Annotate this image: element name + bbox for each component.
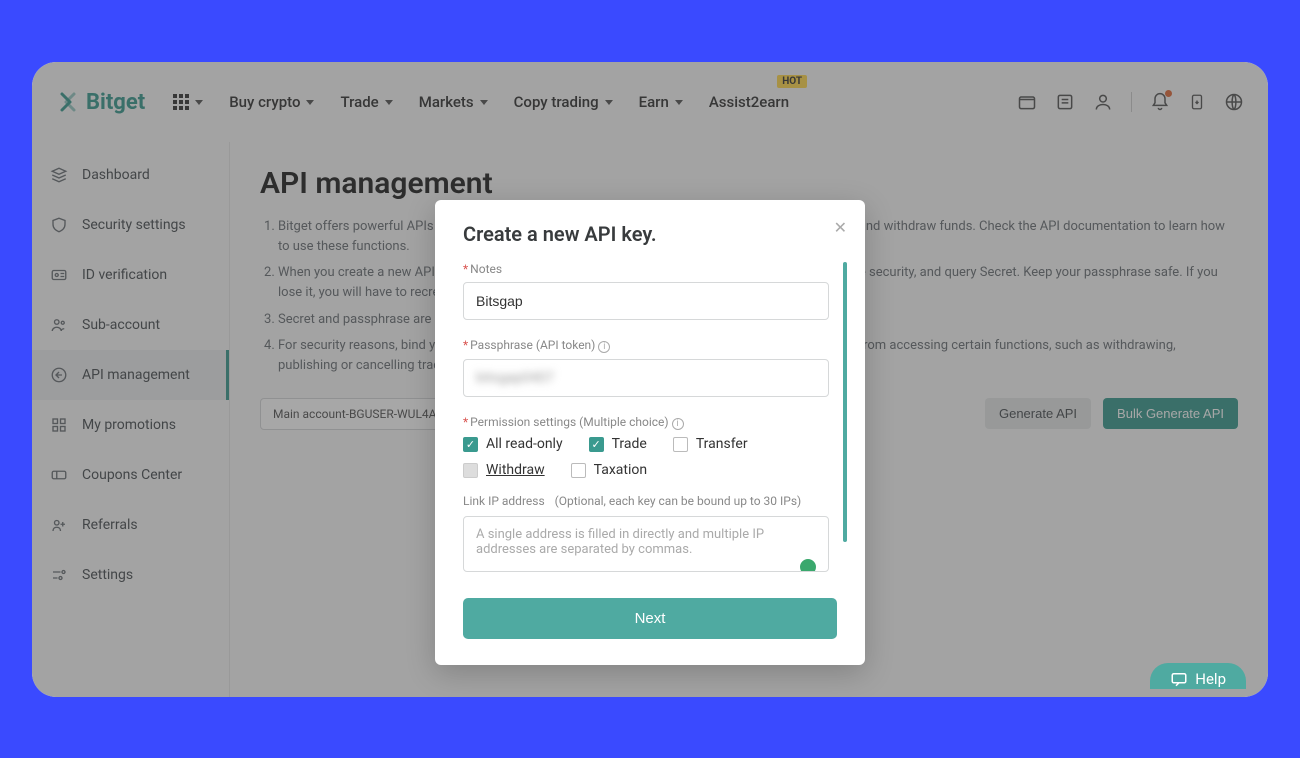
next-button[interactable]: Next: [463, 598, 837, 639]
help-label: Help: [1195, 670, 1226, 688]
modal-title: Create a new API key.: [463, 222, 837, 246]
chat-icon: [1170, 670, 1188, 688]
checkbox-icon: [673, 437, 688, 452]
perm-withdraw[interactable]: Withdraw: [463, 462, 545, 478]
perm-all-read-only[interactable]: All read-only: [463, 436, 563, 452]
perm-transfer[interactable]: Transfer: [673, 436, 748, 452]
permissions-group: All read-only Trade Transfer Withdraw Ta…: [463, 436, 829, 478]
notes-label: *Notes: [463, 262, 829, 276]
ip-label: Link IP address: [463, 494, 545, 508]
modal-body: *Notes *Passphrase (API token)i bitsgap0…: [463, 262, 837, 572]
app-window: Bitget Buy crypto Trade Markets Copy tra…: [32, 62, 1268, 697]
info-icon[interactable]: i: [672, 418, 684, 430]
avatar-icon: [798, 557, 818, 572]
ip-label-row: Link IP address (Optional, each key can …: [463, 494, 829, 508]
notes-input[interactable]: [463, 282, 829, 320]
checkbox-icon: [463, 463, 478, 478]
ip-hint: (Optional, each key can be bound up to 3…: [555, 494, 802, 508]
close-icon[interactable]: ✕: [834, 218, 847, 237]
ip-input[interactable]: A single address is filled in directly a…: [463, 516, 829, 572]
checkbox-icon: [589, 437, 604, 452]
create-api-modal: ✕ Create a new API key. *Notes *Passphra…: [435, 200, 865, 665]
passphrase-input[interactable]: bitsgap0407: [463, 359, 829, 397]
help-button[interactable]: Help: [1150, 663, 1246, 689]
checkbox-icon: [571, 463, 586, 478]
perm-taxation[interactable]: Taxation: [571, 462, 647, 478]
info-icon[interactable]: i: [598, 341, 610, 353]
permissions-label: *Permission settings (Multiple choice)i: [463, 415, 829, 430]
perm-trade[interactable]: Trade: [589, 436, 647, 452]
ip-placeholder: A single address is filled in directly a…: [476, 527, 764, 557]
scrollbar[interactable]: [843, 262, 847, 542]
checkbox-icon: [463, 437, 478, 452]
passphrase-label: *Passphrase (API token)i: [463, 338, 829, 353]
